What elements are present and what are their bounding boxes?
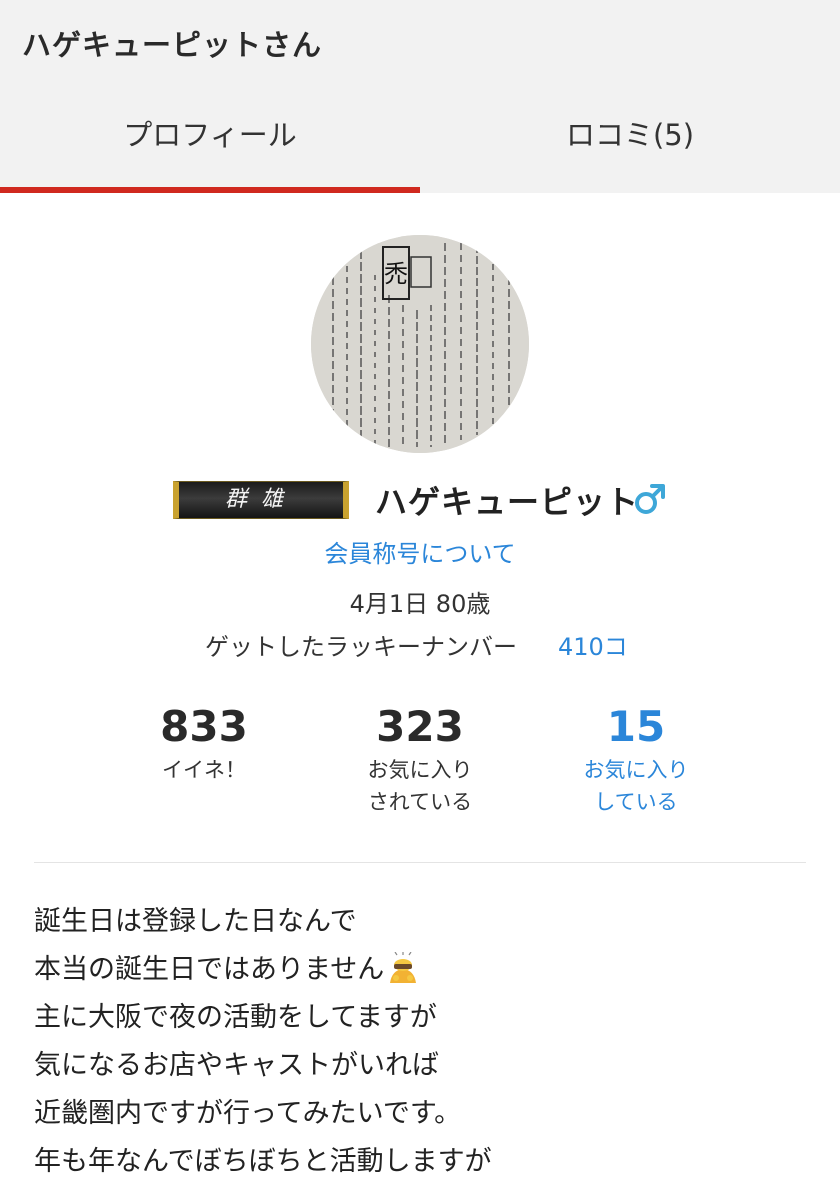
likes-count: 833	[160, 702, 248, 751]
page-title: ハゲキューピットさん	[22, 28, 323, 62]
bio-line: 近畿圏内ですが行ってみたいです。	[34, 1098, 462, 1129]
tab-profile[interactable]: プロフィール	[0, 112, 420, 162]
member-title-link[interactable]: 会員称号について	[0, 534, 840, 569]
male-icon	[635, 484, 665, 514]
tab-reviews[interactable]: ロコミ(5)	[420, 112, 840, 162]
bio-line: 気になるお店やキャストがいれば	[34, 1050, 439, 1081]
favorited-by-label: お気に入り されている	[367, 758, 473, 814]
member-title-badge: 群雄	[173, 481, 349, 519]
likes-label: イイネ！	[162, 758, 246, 782]
bio-line: 主に大阪で夜の活動をしてますが	[34, 1002, 437, 1033]
profile-page: ハゲキューピットさん プロフィール ロコミ(5) 禿 群雄 ハゲキューピット 会…	[0, 0, 840, 1185]
bio-line: 本当の誕生日ではありません	[34, 946, 814, 994]
favorited-by-count: 323	[376, 702, 464, 751]
divider	[34, 862, 806, 863]
bio-line: 年も年なんでぼちぼちと活動しますが	[34, 1146, 492, 1177]
birthday-age: 4月1日 80歳	[349, 590, 491, 618]
stat-favorites[interactable]: 15 お気に入り している	[526, 700, 746, 818]
stat-likes: 833 イイネ！	[94, 700, 314, 786]
bio: 誕生日は登録した日なんで 本当の誕生日ではありません 主に大阪で夜の活動をしてま…	[34, 898, 814, 1185]
bowing-person-icon	[390, 952, 417, 983]
lucky-number-label: ゲットしたラッキーナンバー	[205, 633, 517, 661]
header: ハゲキューピットさん プロフィール ロコミ(5)	[0, 0, 840, 193]
active-tab-indicator	[0, 187, 420, 193]
lucky-number-value[interactable]: 410コ	[558, 627, 628, 662]
favorites-count: 15	[606, 702, 666, 751]
avatar: 禿	[311, 235, 529, 453]
user-name: ハゲキューピット	[375, 483, 640, 521]
bio-line: 誕生日は登録した日なんで	[34, 906, 357, 937]
avatar-image: 禿	[311, 235, 529, 453]
svg-text:禿: 禿	[384, 260, 408, 288]
favorites-label: お気に入り している	[583, 758, 689, 814]
stat-favorited-by: 323 お気に入り されている	[310, 700, 530, 818]
